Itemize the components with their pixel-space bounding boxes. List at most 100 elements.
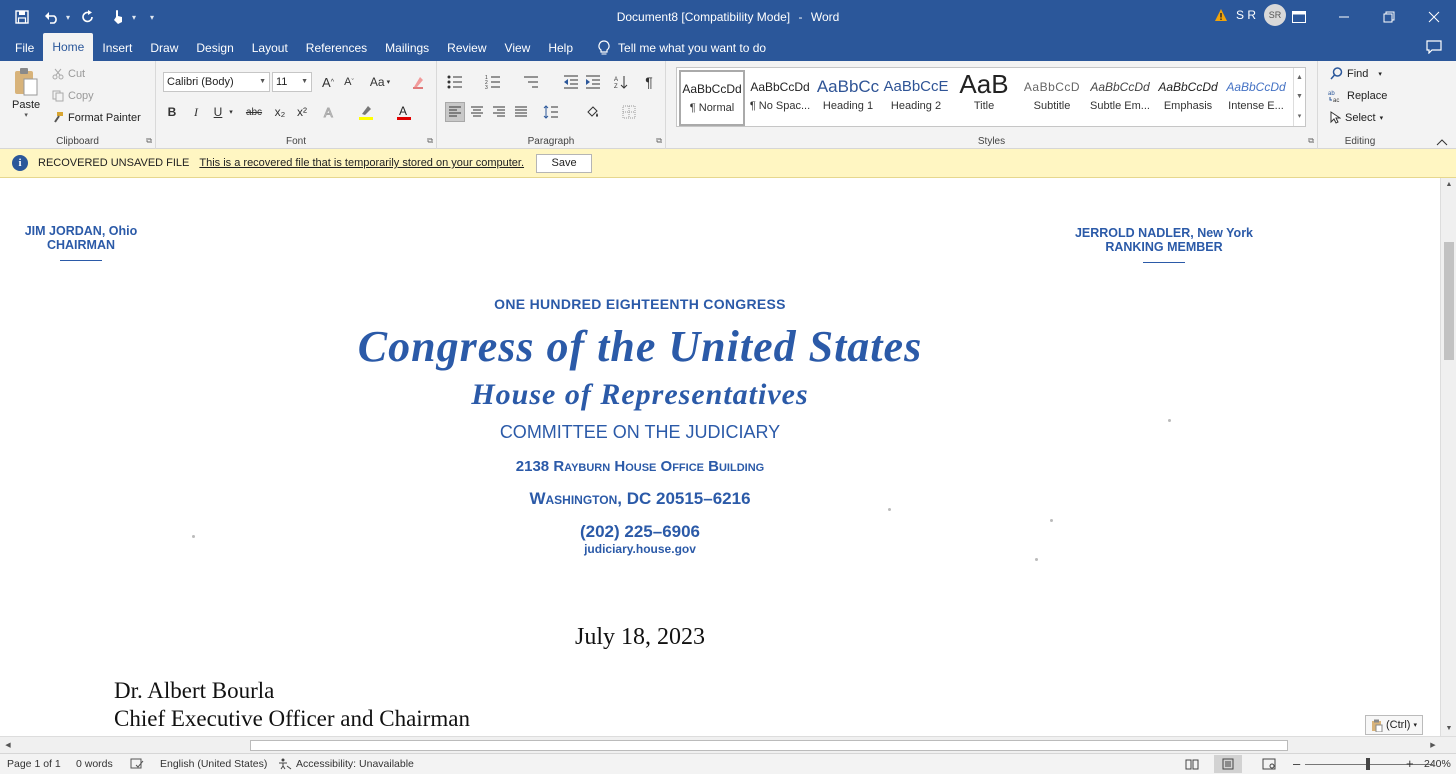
- web-layout-icon[interactable]: [1255, 755, 1283, 773]
- style-normal[interactable]: AaBbCcDd ¶ Normal: [679, 70, 745, 126]
- align-left-icon[interactable]: [445, 102, 465, 122]
- sort-icon[interactable]: AZ: [611, 72, 631, 92]
- style-heading-1[interactable]: AaBbCc Heading 1: [815, 70, 881, 126]
- style-emphasis[interactable]: AaBbCcDd Emphasis: [1155, 70, 1221, 126]
- superscript-button[interactable]: x²: [292, 102, 312, 122]
- font-name-combo[interactable]: Calibri (Body) ▼: [163, 72, 270, 92]
- style-title[interactable]: AaB Title: [951, 70, 1017, 126]
- shrink-font-button[interactable]: Aˇ: [339, 72, 359, 92]
- tab-draw[interactable]: Draw: [141, 34, 187, 61]
- save-button[interactable]: Save: [536, 153, 593, 173]
- subscript-button[interactable]: x₂: [270, 102, 290, 122]
- font-size-combo[interactable]: 11 ▼: [272, 72, 312, 92]
- scroll-up-icon[interactable]: ▲: [1444, 180, 1454, 190]
- restore-icon[interactable]: [1366, 0, 1411, 34]
- borders-icon[interactable]: [619, 102, 639, 122]
- show-formatting-marks-icon[interactable]: ¶: [639, 72, 659, 92]
- decrease-indent-icon[interactable]: [561, 72, 581, 92]
- horizontal-scrollbar[interactable]: ◀ ▶: [0, 736, 1456, 753]
- select-button[interactable]: Select ▾: [1330, 111, 1383, 124]
- close-icon[interactable]: [1411, 0, 1456, 34]
- line-spacing-icon[interactable]: [541, 102, 561, 122]
- replace-button[interactable]: ab ac Replace: [1328, 89, 1387, 103]
- zoom-in-button[interactable]: +: [1406, 756, 1414, 771]
- bold-button[interactable]: B: [162, 102, 182, 122]
- styles-launcher-icon[interactable]: ⧉: [1308, 136, 1314, 146]
- message-link[interactable]: This is a recovered file that is tempora…: [199, 157, 524, 169]
- customize-qat-icon[interactable]: ▾: [150, 13, 154, 22]
- word-count[interactable]: 0 words: [76, 758, 113, 770]
- clipboard-launcher-icon[interactable]: ⧉: [146, 136, 152, 146]
- numbering-icon[interactable]: 123: [483, 72, 503, 92]
- paste-button[interactable]: Paste ▾: [12, 67, 40, 119]
- copy-button[interactable]: Copy: [52, 90, 94, 102]
- minimize-icon[interactable]: [1321, 0, 1366, 34]
- touch-mode-icon[interactable]: [106, 5, 130, 29]
- redo-icon[interactable]: [76, 5, 100, 29]
- grow-font-button[interactable]: A ^: [318, 72, 338, 92]
- print-layout-icon[interactable]: [1214, 755, 1242, 773]
- font-launcher-icon[interactable]: ⧉: [427, 136, 433, 146]
- scroll-down-icon[interactable]: ▼: [1444, 724, 1454, 734]
- shading-icon[interactable]: [583, 102, 603, 122]
- save-icon[interactable]: [10, 5, 34, 29]
- style-subtitle[interactable]: AaBbCcD Subtitle: [1019, 70, 1085, 126]
- user-name[interactable]: S R: [1236, 8, 1256, 22]
- vertical-scroll-thumb[interactable]: [1444, 242, 1454, 360]
- change-case-button[interactable]: Aa ▾: [366, 72, 394, 92]
- clear-formatting-icon[interactable]: [408, 72, 428, 92]
- zoom-out-button[interactable]: –: [1293, 756, 1300, 771]
- accessibility-status[interactable]: Accessibility: Unavailable: [278, 758, 414, 770]
- styles-up-icon[interactable]: ▲: [1296, 74, 1303, 81]
- multilevel-list-icon[interactable]: [521, 72, 541, 92]
- style-no-spacing[interactable]: AaBbCcDd ¶ No Spac...: [747, 70, 813, 126]
- touch-mode-dropdown-icon[interactable]: ▾: [132, 13, 136, 22]
- style-heading-2[interactable]: AaBbCcE Heading 2: [883, 70, 949, 126]
- page-count[interactable]: Page 1 of 1: [7, 758, 61, 770]
- paragraph-launcher-icon[interactable]: ⧉: [656, 136, 662, 146]
- undo-icon[interactable]: [40, 5, 64, 29]
- tab-design[interactable]: Design: [187, 34, 242, 61]
- tab-help[interactable]: Help: [539, 34, 582, 61]
- text-effects-icon[interactable]: A: [320, 102, 340, 122]
- horizontal-scroll-thumb[interactable]: [250, 740, 1288, 751]
- underline-button[interactable]: U: [208, 102, 228, 122]
- scroll-right-icon[interactable]: ▶: [1428, 740, 1438, 751]
- vertical-scrollbar[interactable]: ▲ ▼: [1440, 178, 1456, 736]
- format-painter-button[interactable]: Format Painter: [52, 112, 141, 124]
- find-button[interactable]: Find ▾: [1330, 67, 1382, 80]
- zoom-level[interactable]: 240%: [1424, 758, 1451, 770]
- zoom-slider-thumb[interactable]: [1366, 758, 1370, 770]
- tab-layout[interactable]: Layout: [243, 34, 297, 61]
- tab-home[interactable]: Home: [43, 33, 94, 61]
- font-color-icon[interactable]: A: [394, 102, 414, 122]
- tab-mailings[interactable]: Mailings: [376, 34, 438, 61]
- language[interactable]: English (United States): [160, 758, 267, 770]
- comments-icon[interactable]: [1426, 40, 1442, 54]
- strikethrough-button[interactable]: abc: [244, 102, 264, 122]
- undo-dropdown-icon[interactable]: ▾: [66, 13, 70, 22]
- warning-icon[interactable]: [1214, 8, 1228, 22]
- document-canvas[interactable]: JIM JORDAN, Ohio CHAIRMAN JERROLD NADLER…: [0, 178, 1440, 736]
- justify-icon[interactable]: [511, 102, 531, 122]
- increase-indent-icon[interactable]: [583, 72, 603, 92]
- style-subtle-emphasis[interactable]: AaBbCcDd Subtle Em...: [1087, 70, 1153, 126]
- align-right-icon[interactable]: [489, 102, 509, 122]
- align-center-icon[interactable]: [467, 102, 487, 122]
- bullets-icon[interactable]: [445, 72, 465, 92]
- tab-insert[interactable]: Insert: [93, 34, 141, 61]
- underline-dropdown-icon[interactable]: ▾: [226, 102, 236, 122]
- highlight-color-icon[interactable]: [356, 102, 376, 122]
- styles-down-icon[interactable]: ▼: [1296, 93, 1303, 100]
- tell-me-search[interactable]: Tell me what you want to do: [598, 34, 766, 61]
- styles-more-icon[interactable]: ▾: [1298, 112, 1302, 120]
- collapse-ribbon-icon[interactable]: [1436, 138, 1448, 146]
- read-mode-icon[interactable]: [1178, 755, 1206, 773]
- tab-review[interactable]: Review: [438, 34, 495, 61]
- ribbon-display-options-icon[interactable]: [1276, 0, 1321, 34]
- scroll-left-icon[interactable]: ◀: [3, 740, 13, 751]
- proofing-icon[interactable]: [130, 758, 144, 770]
- italic-button[interactable]: I: [186, 102, 206, 122]
- paste-options-button[interactable]: (Ctrl) ▾: [1365, 715, 1423, 735]
- tab-view[interactable]: View: [496, 34, 540, 61]
